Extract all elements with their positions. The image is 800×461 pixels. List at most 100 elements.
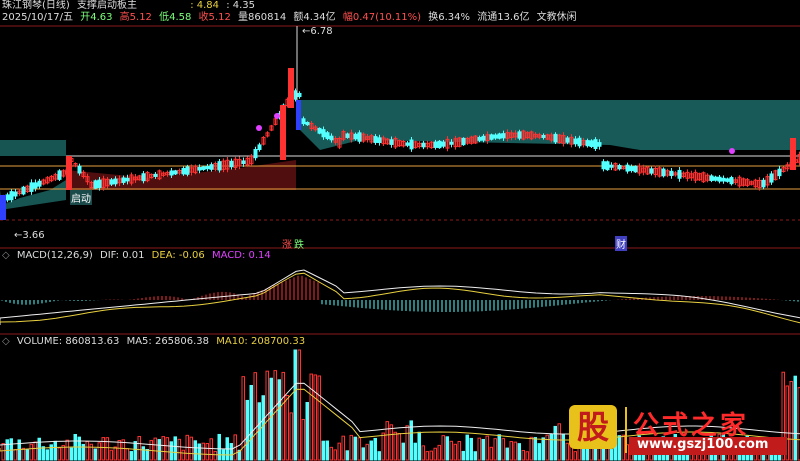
candle-body	[37, 180, 42, 187]
volume-bar	[13, 449, 17, 461]
event-marker-finance[interactable]: 财	[615, 236, 627, 251]
volume-bar	[165, 437, 169, 461]
volume-bar	[325, 440, 329, 461]
candle-body-large	[0, 195, 6, 220]
candle-body	[593, 139, 598, 149]
event-marker-down[interactable]: 跌	[294, 236, 304, 251]
watermark-logo-icon: 股	[569, 405, 617, 449]
indicator-name: 支撑启动板主	[77, 0, 137, 11]
volume-bar	[513, 441, 517, 461]
volume-bar	[481, 438, 485, 461]
volume-bar	[361, 447, 365, 461]
volume-bar	[245, 399, 249, 461]
volume-bar	[29, 443, 33, 461]
volume-bar	[249, 384, 253, 461]
candle-body	[229, 160, 234, 168]
volume-bar	[105, 437, 109, 461]
volume-bar	[441, 435, 445, 461]
candle-body	[565, 137, 570, 143]
volume-bar	[41, 446, 45, 461]
candle-body	[173, 170, 178, 175]
signal-dot	[729, 148, 735, 154]
candle-body	[477, 136, 482, 141]
volume-bar	[413, 442, 417, 461]
volume-bar	[1, 443, 5, 461]
volume-bar	[493, 438, 497, 461]
macd-dif: DIF: 0.01	[100, 250, 145, 261]
candle-body	[437, 140, 442, 149]
candle-body	[345, 133, 350, 138]
candle-body	[301, 118, 306, 125]
bar-close: 收5.12	[198, 12, 231, 23]
candle-body	[501, 133, 506, 139]
watermark-divider	[625, 407, 627, 453]
volume-bar	[133, 441, 137, 461]
volume-bar	[365, 443, 369, 461]
candle-body	[449, 141, 454, 145]
candle-body	[729, 177, 734, 185]
signal-dot	[274, 113, 280, 119]
candle-body	[205, 165, 210, 170]
volume-bar	[89, 443, 93, 461]
candle-body	[329, 135, 334, 141]
candle-body	[433, 141, 438, 148]
candle-body	[21, 186, 26, 195]
volume-bar	[473, 451, 477, 461]
panel-toggle-icon[interactable]: ◇	[2, 250, 10, 261]
volume-bar	[85, 441, 89, 461]
volume-bar	[453, 443, 457, 461]
bar-float: 流通13.6亿	[477, 12, 530, 23]
candle-body	[441, 141, 446, 147]
candle-body	[93, 180, 98, 189]
candle-body	[601, 161, 606, 170]
candle-body	[325, 132, 330, 139]
candle-body	[57, 170, 62, 180]
watermark-url: www.gszj100.com	[637, 437, 769, 452]
volume-bar	[125, 448, 129, 461]
panel-toggle-icon[interactable]: ◇	[2, 336, 10, 347]
event-marker-up[interactable]: 涨	[282, 236, 292, 251]
volume-bar	[157, 439, 161, 461]
candle-body	[317, 127, 322, 134]
volume-bar	[353, 436, 357, 461]
bar-date: 2025/10/17/五	[2, 12, 74, 23]
high-price-label: ←6.78	[302, 26, 333, 37]
candle-body	[497, 133, 502, 139]
candle-body	[77, 165, 82, 174]
volume-bar	[393, 431, 397, 461]
candle-body	[253, 149, 258, 159]
volume-bar	[421, 445, 425, 461]
chart-canvas[interactable]	[0, 0, 800, 461]
volume-bar	[477, 437, 481, 461]
indicator-val-1: : 4.84	[190, 0, 220, 11]
volume-bar	[189, 436, 193, 461]
volume-bar	[273, 370, 277, 461]
volume-bar	[497, 434, 501, 461]
volume-bar	[117, 440, 121, 461]
volume-bar	[401, 442, 405, 461]
support-band	[0, 140, 66, 156]
volume-bar	[381, 432, 385, 461]
volume-bar	[93, 448, 97, 461]
candle-body	[605, 161, 610, 171]
volume-bar	[521, 449, 525, 461]
volume-bar	[213, 450, 217, 461]
volume-bar	[289, 412, 293, 461]
candle-body	[669, 170, 674, 176]
candle-body	[121, 177, 126, 183]
volume-bar	[53, 440, 57, 461]
volume-bar	[501, 438, 505, 461]
candle-body	[629, 166, 634, 171]
volume-bar	[405, 425, 409, 461]
bar-amount: 额4.34亿	[293, 12, 336, 23]
bar-high: 高5.12	[119, 12, 152, 23]
candle-body	[717, 176, 722, 182]
volume-bar	[373, 437, 377, 461]
volume-bar	[277, 379, 281, 461]
volume-bar	[113, 446, 117, 461]
candle-body	[589, 140, 594, 147]
volume-bar	[545, 434, 549, 461]
candle-body	[297, 92, 302, 98]
candle-body	[197, 167, 202, 171]
stock-name: 珠江钢琴(日线)	[2, 0, 70, 11]
